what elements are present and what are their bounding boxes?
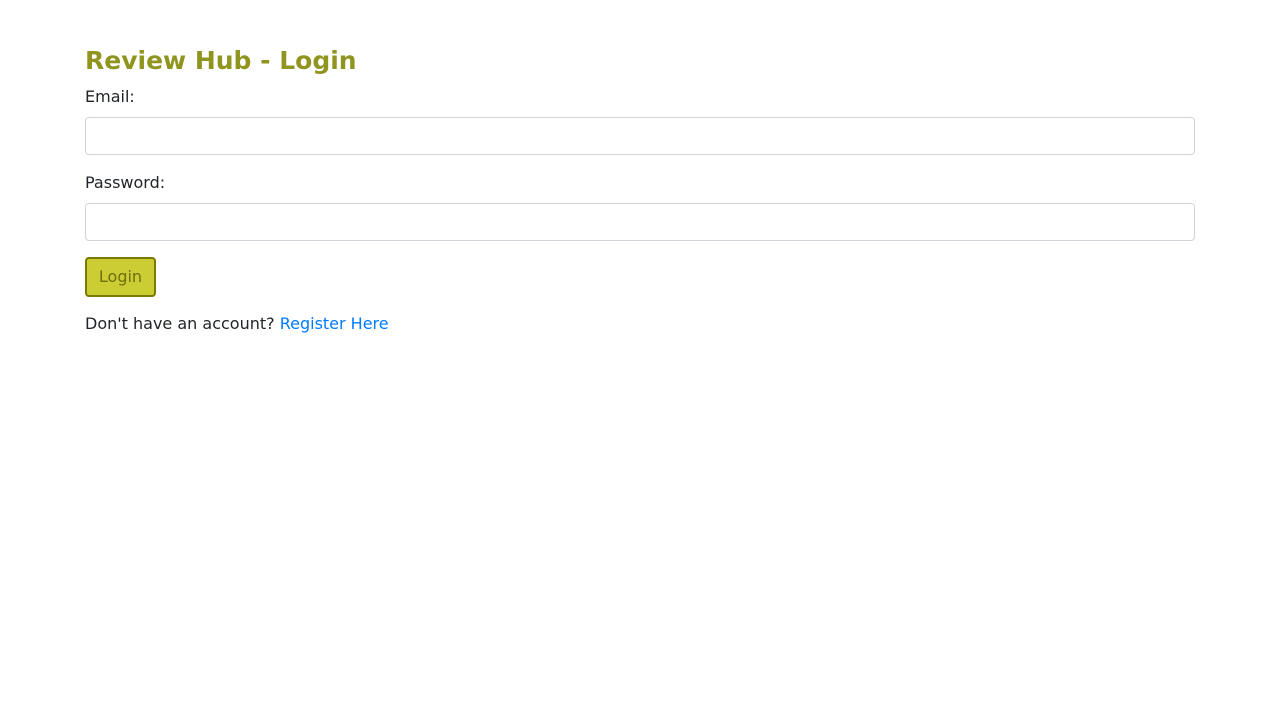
- register-link[interactable]: Register Here: [280, 314, 389, 333]
- email-label: Email:: [85, 87, 135, 106]
- register-prompt-text: Don't have an account?: [85, 314, 275, 333]
- password-label: Password:: [85, 173, 166, 192]
- login-button[interactable]: Login: [85, 257, 156, 297]
- page-title: Review Hub - Login: [85, 46, 357, 75]
- register-prompt-line: Don't have an account? Register Here: [85, 313, 389, 335]
- email-input[interactable]: [85, 117, 1195, 155]
- password-input[interactable]: [85, 203, 1195, 241]
